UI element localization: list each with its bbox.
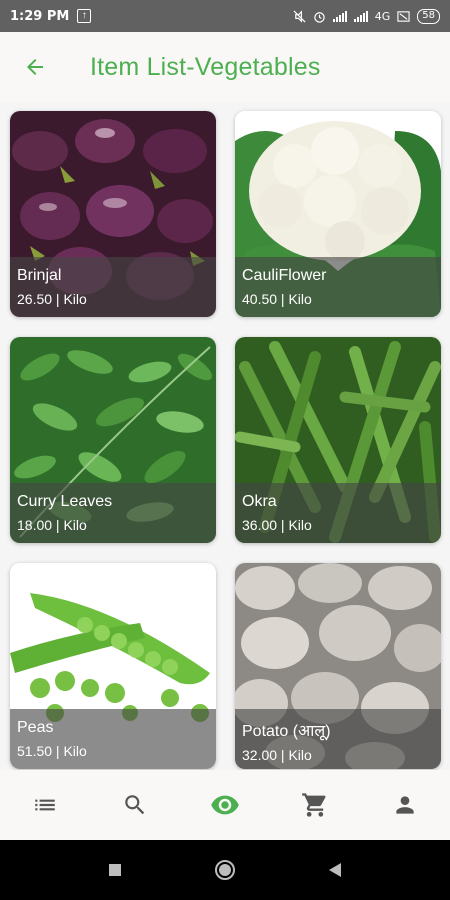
- item-card-okra[interactable]: Okra 36.00 | Kilo: [235, 337, 441, 543]
- app-bar: Item List-Vegetables: [0, 32, 450, 102]
- item-overlay: Peas 51.50 | Kilo: [10, 709, 216, 769]
- search-icon: [125, 795, 145, 815]
- status-bar: 1:29 PM ↑ 4G 58: [0, 0, 450, 32]
- back-button[interactable]: [0, 32, 70, 102]
- status-icons: 4G 58: [293, 8, 440, 24]
- item-card-potato[interactable]: Potato (आलू) 32.00 | Kilo: [235, 563, 441, 769]
- triangle-back-icon: [329, 863, 341, 877]
- notification-icon: ↑: [77, 9, 92, 23]
- nav-item-profile[interactable]: [375, 780, 435, 830]
- page-title: Item List-Vegetables: [90, 52, 321, 81]
- item-name: CauliFlower: [242, 267, 327, 284]
- item-price: 36.00 | Kilo: [242, 517, 312, 533]
- nav-item-search[interactable]: [105, 780, 165, 830]
- item-name: Okra: [242, 493, 277, 510]
- nav-item-view[interactable]: [195, 780, 255, 830]
- item-overlay: Brinjal 26.50 | Kilo: [10, 257, 216, 317]
- battery-indicator: 58: [417, 8, 440, 24]
- signal-icon-2: [353, 10, 368, 22]
- network-type: 4G: [374, 9, 391, 23]
- nav-item-list[interactable]: [15, 780, 75, 830]
- item-card-brinjal[interactable]: Brinjal 26.50 | Kilo: [10, 111, 216, 317]
- item-grid: Brinjal 26.50 | Kilo CauliFlower 40.50 |…: [0, 102, 450, 770]
- cart-icon: [302, 793, 326, 817]
- item-overlay: CauliFlower 40.50 | Kilo: [235, 257, 441, 317]
- back-nav-button[interactable]: [320, 855, 350, 885]
- bottom-nav: [0, 770, 450, 840]
- item-name: Peas: [17, 719, 54, 736]
- home-button[interactable]: [210, 855, 240, 885]
- signal-icon: [332, 10, 347, 22]
- list-icon: [35, 799, 55, 811]
- mute-icon: [293, 9, 306, 23]
- arrow-back-icon: [27, 59, 43, 75]
- alarm-icon: [313, 11, 325, 23]
- item-overlay: Okra 36.00 | Kilo: [235, 483, 441, 543]
- person-icon: [396, 796, 414, 814]
- item-price: 26.50 | Kilo: [17, 291, 87, 307]
- eye-icon: [211, 795, 239, 815]
- square-icon: [109, 864, 121, 876]
- item-name: Potato (आलू): [242, 723, 331, 740]
- system-nav-bar: [0, 840, 450, 900]
- item-name: Brinjal: [17, 267, 62, 284]
- wifi-off-icon: [397, 10, 410, 22]
- circle-icon: [215, 860, 235, 880]
- item-card-cauliflower[interactable]: CauliFlower 40.50 | Kilo: [235, 111, 441, 317]
- nav-item-cart[interactable]: [285, 780, 345, 830]
- item-card-curry-leaves[interactable]: Curry Leaves 18.00 | Kilo: [10, 337, 216, 543]
- item-price: 32.00 | Kilo: [242, 747, 312, 763]
- status-time: 1:29 PM: [10, 8, 70, 24]
- item-overlay: Curry Leaves 18.00 | Kilo: [10, 483, 216, 543]
- item-name: Curry Leaves: [17, 493, 113, 510]
- item-card-peas[interactable]: Peas 51.50 | Kilo: [10, 563, 216, 769]
- item-price: 18.00 | Kilo: [17, 517, 87, 533]
- item-price: 51.50 | Kilo: [17, 743, 87, 759]
- recents-button[interactable]: [100, 855, 130, 885]
- item-price: 40.50 | Kilo: [242, 291, 312, 307]
- item-overlay: Potato (आलू) 32.00 | Kilo: [235, 709, 441, 769]
